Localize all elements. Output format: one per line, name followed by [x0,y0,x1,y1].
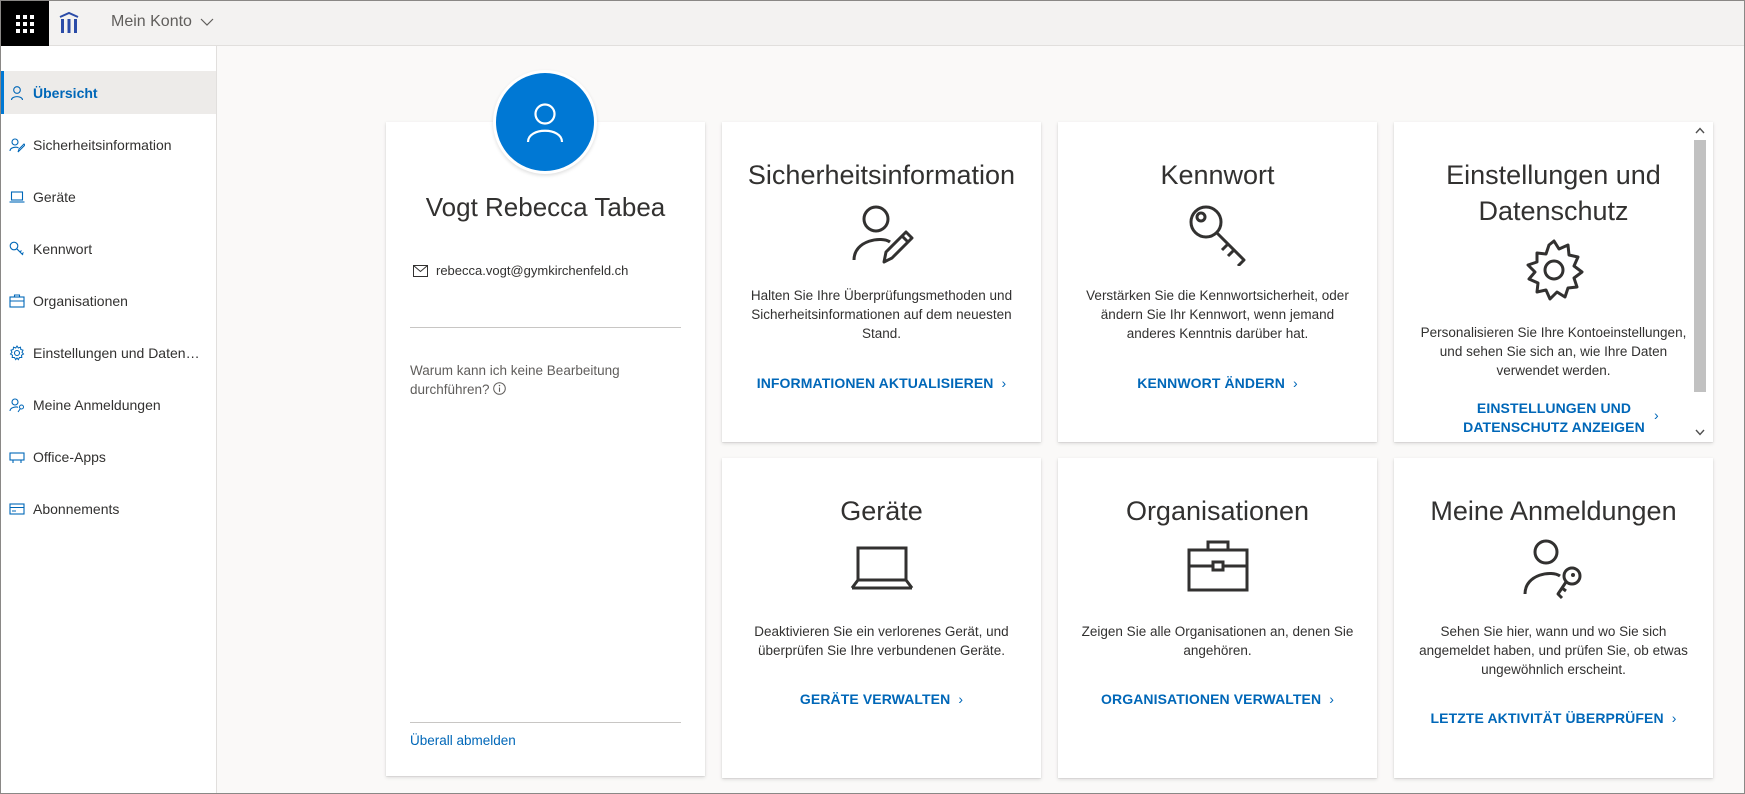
tile-description: Halten Sie Ihre Überprüfungsmethoden und… [750,288,1013,341]
briefcase-icon [9,293,25,308]
chevron-right-icon: › [1671,710,1677,726]
sidebar-item-subscriptions[interactable]: Abonnements [1,487,216,530]
profile-card: Vogt Rebecca Tabea rebecca.vogt@gymkirch… [386,122,705,776]
laptop-icon [850,546,913,590]
tile-description: Verstärken Sie die Kennwortsicherheit, o… [1086,288,1349,341]
tile-organizations: Organisationen Zeigen Sie alle Organisat… [1058,458,1377,778]
review-recent-activity-link[interactable]: LETZTE AKTIVITÄT ÜBERPRÜFEN › [1404,709,1703,728]
chevron-right-icon: › [1001,375,1007,391]
chevron-right-icon: › [1329,691,1334,707]
signout-everywhere-link[interactable]: Überall abmelden [410,733,516,748]
link-label: KENNWORT ÄNDERN [1137,375,1285,391]
view-settings-privacy-link[interactable]: EINSTELLUNGEN UND DATENSCHUTZ ANZEIGEN [1434,399,1674,437]
tile-description: Deaktivieren Sie ein verlorenes Gerät, u… [754,624,1009,658]
profile-email-text: rebecca.vogt@gymkirchenfeld.ch [436,263,629,278]
sidebar-item-label: Meine Anmeldungen [33,396,161,413]
profile-name: Vogt Rebecca Tabea [425,192,666,222]
key-icon [9,241,24,255]
sidebar-item-label: Geräte [33,188,76,205]
tile-description: Sehen Sie hier, wann und wo Sie sich ang… [1419,624,1688,677]
sidebar: Übersicht Sicherheitsinformation Geräte … [1,46,217,793]
person-key-icon [1523,539,1581,600]
person-edit-icon [9,137,25,152]
mail-icon [413,264,428,277]
app-title: Mein Konto [111,13,192,30]
scroll-up-button[interactable] [1691,122,1709,138]
sidebar-item-label: Abonnements [33,500,120,517]
scroll-thumb[interactable] [1694,140,1706,392]
chevron-down-icon [1695,429,1705,436]
sidebar-item-label: Übersicht [33,84,98,101]
gear-icon [1526,239,1583,301]
chevron-up-icon [1695,126,1705,133]
sidebar-item-office-apps[interactable]: Office-Apps [1,435,216,478]
link-label: LETZTE AKTIVITÄT ÜBERPRÜFEN [1430,710,1664,726]
person-edit-icon [852,205,913,264]
tile-title: Einstellungen und Datenschutz [1446,160,1661,226]
update-info-link[interactable]: INFORMATIONEN AKTUALISIEREN › [732,374,1031,393]
tile-description: Personalisieren Sie Ihre Kontoeinstellun… [1420,325,1687,378]
sidebar-item-password[interactable]: Kennwort [1,227,216,270]
tile-title: Kennwort [1160,160,1275,190]
sidebar-item-settings-privacy[interactable]: Einstellungen und Datenschutz [1,331,216,374]
app-launcher-button[interactable] [1,1,49,46]
link-label: INFORMATIONEN AKTUALISIEREN [756,375,994,391]
page-scrollbar[interactable] [1691,122,1709,440]
chevron-right-icon: › [958,691,964,707]
why-cannot-edit-text: Warum kann ich keine Bearbeitung durchfü… [410,361,650,399]
tile-title: Organisationen [1125,496,1310,526]
chevron-right-icon: › [1292,375,1298,391]
tile-title: Sicherheitsinformation [747,160,1016,190]
why-cannot-edit-label: Warum kann ich keine Bearbeitung durchfü… [410,363,620,397]
manage-devices-link[interactable]: GERÄTE VERWALTEN › [732,690,1031,709]
tile-security-info: Sicherheitsinformation Halten Sie Ihre Ü… [722,122,1041,442]
tile-password: Kennwort Verstärken Sie die Kennwortsich… [1058,122,1377,442]
link-label: EINSTELLUNGEN UND DATENSCHUTZ ANZEIGEN [1463,400,1645,435]
profile-divider-bottom [410,722,681,723]
top-bar: Mein Konto [1,1,1744,46]
app-window: Mein Konto Übersicht Sicherheitsinformat… [0,0,1745,794]
link-label: ORGANISATIONEN VERWALTEN [1101,691,1322,707]
tile-description: Zeigen Sie alle Organisationen an, denen… [1081,624,1354,658]
apps-icon [9,451,25,463]
sidebar-item-label: Einstellungen und Datenschutz [33,344,203,361]
key-icon [1189,205,1245,266]
chevron-down-icon [200,18,214,26]
waffle-icon [16,14,34,33]
sidebar-item-label: Office-Apps [33,448,106,465]
tile-title: Geräte [840,496,923,526]
sidebar-item-my-signins[interactable]: Meine Anmeldungen [1,383,216,426]
profile-email: rebecca.vogt@gymkirchenfeld.ch [413,263,628,278]
tile-title: Meine Anmeldungen [1430,496,1677,526]
sidebar-item-label: Organisationen [33,292,128,309]
manage-organizations-link[interactable]: ORGANISATIONEN VERWALTEN › [1068,690,1367,709]
account-menu[interactable]: Mein Konto [111,13,214,31]
chevron-right-icon: › [1654,407,1659,423]
tile-settings-privacy: Einstellungen und Datenschutz Personalis… [1394,122,1713,442]
organization-logo [59,11,79,33]
sidebar-item-overview[interactable]: Übersicht [1,71,216,114]
profile-divider [410,327,681,328]
person-icon [10,85,24,100]
laptop-icon [9,190,25,203]
person-icon [526,103,564,143]
person-key-icon [9,397,24,412]
sidebar-item-label: Kennwort [33,240,93,257]
link-label: GERÄTE VERWALTEN [799,691,951,707]
change-password-link[interactable]: KENNWORT ÄNDERN › [1068,374,1367,393]
sidebar-item-security-info[interactable]: Sicherheitsinformation [1,123,216,166]
scroll-down-button[interactable] [1691,424,1709,440]
sidebar-item-label: Sicherheitsinformation [33,136,172,153]
avatar-circle [496,73,594,171]
avatar[interactable] [493,70,597,174]
briefcase-icon [1187,540,1248,592]
info-icon[interactable] [492,382,506,395]
gear-icon [9,344,25,360]
tile-devices: Geräte Deaktivieren Sie ein verlorenes G… [722,458,1041,778]
tile-my-signins: Meine Anmeldungen Sehen Sie hier, wann u… [1394,458,1713,778]
credit-card-icon [9,502,25,515]
sidebar-item-organizations[interactable]: Organisationen [1,279,216,322]
sidebar-item-devices[interactable]: Geräte [1,175,216,218]
